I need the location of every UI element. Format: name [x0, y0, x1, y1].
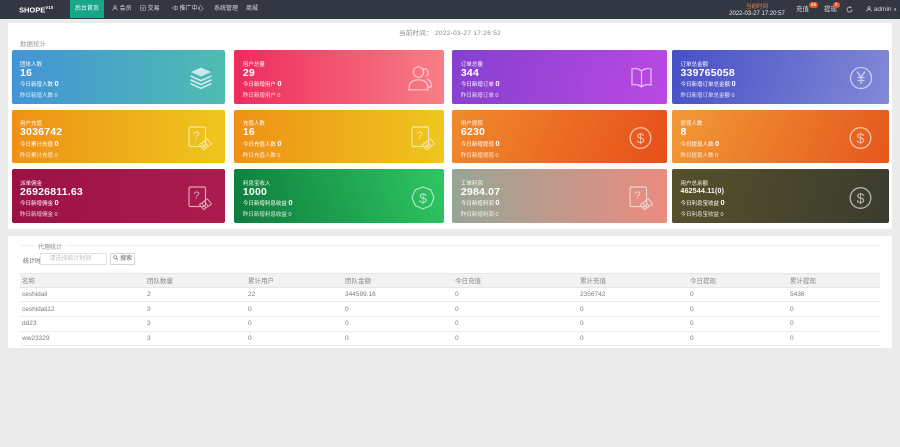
svg-text:?: ? — [634, 190, 640, 202]
svg-text:$: $ — [856, 130, 864, 146]
svg-text:$: $ — [419, 190, 427, 206]
svg-text:?: ? — [416, 130, 422, 142]
svg-text:$: $ — [856, 190, 864, 206]
svg-text:?: ? — [193, 130, 199, 142]
svg-text:$: $ — [636, 130, 644, 146]
svg-text:?: ? — [193, 190, 199, 202]
